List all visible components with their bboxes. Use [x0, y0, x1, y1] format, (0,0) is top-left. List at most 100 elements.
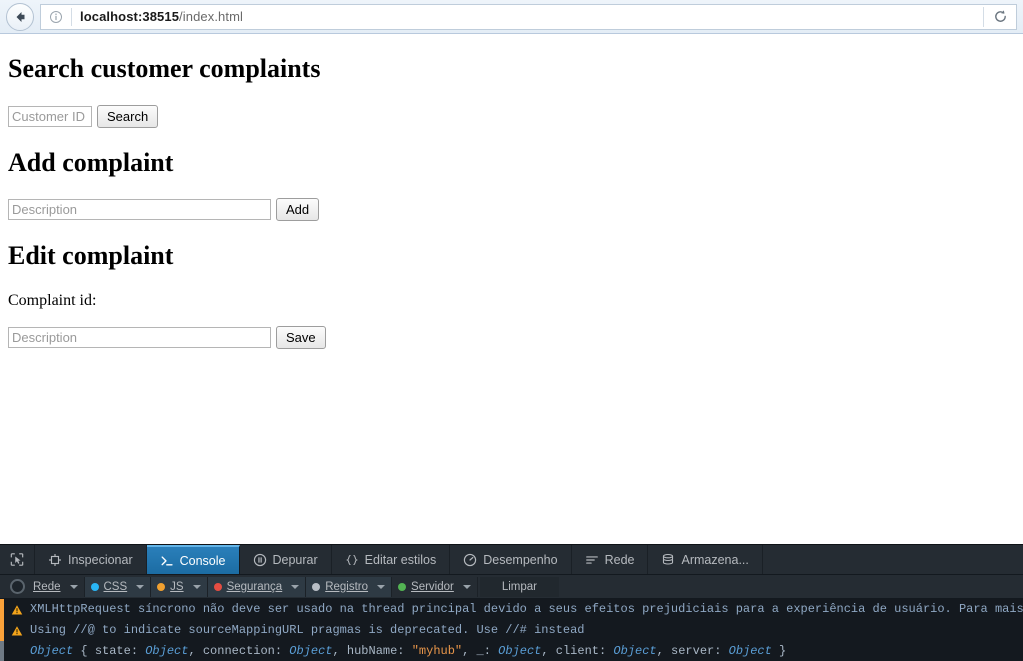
warning-triangle-icon: [4, 620, 30, 641]
filter-servidor[interactable]: Servidor: [392, 576, 478, 597]
server-status-dot: [398, 582, 407, 591]
filter-registro[interactable]: Registro: [306, 576, 393, 597]
devtools-toolbar: Inspecionar Console Depurar Editar estil…: [0, 545, 1023, 575]
object-token: , hubName:: [332, 644, 412, 658]
console-prompt-icon: [160, 554, 174, 568]
tab-label: Desempenho: [483, 552, 558, 567]
console-message-text: XMLHttpRequest síncrono não deve ser usa…: [30, 602, 1023, 616]
tab-armazenamento[interactable]: Armazena...: [648, 545, 763, 574]
tab-label: Inspecionar: [68, 552, 133, 567]
toolbar-filler: [763, 545, 1023, 574]
tab-label: Editar estilos: [364, 552, 437, 567]
console-message-text: Using //@ to indicate sourceMappingURL p…: [30, 623, 585, 637]
object-token: { state:: [73, 644, 146, 658]
chevron-down-icon[interactable]: [69, 584, 78, 589]
filter-label: Servidor: [411, 580, 454, 593]
url-path: /index.html: [179, 9, 244, 24]
search-section-heading: Search customer complaints: [8, 54, 321, 83]
element-picker-icon[interactable]: [0, 545, 35, 574]
security-status-dot: [213, 582, 222, 591]
filter-rede[interactable]: Rede: [4, 576, 85, 597]
console-message-row[interactable]: Using //@ to indicate sourceMappingURL p…: [0, 620, 1023, 641]
tab-label: Depurar: [272, 552, 318, 567]
object-tokens: { state: Object, connection: Object, hub…: [73, 644, 786, 658]
chevron-down-icon[interactable]: [462, 584, 471, 589]
filter-css[interactable]: CSS: [84, 576, 152, 597]
clear-console-button[interactable]: Limpar: [479, 576, 560, 597]
search-button[interactable]: Search: [97, 104, 159, 128]
info-icon[interactable]: [41, 10, 71, 24]
page-content: Search customer complaints Search Add co…: [0, 34, 1023, 544]
chevron-down-icon[interactable]: [136, 584, 145, 589]
object-token: }: [771, 644, 787, 658]
filter-label: CSS: [103, 580, 128, 593]
devtools-panel: Inspecionar Console Depurar Editar estil…: [0, 544, 1023, 661]
object-token[interactable]: Object: [498, 644, 541, 658]
object-prefix: Object: [30, 644, 74, 658]
storage-database-icon: [661, 553, 675, 567]
css-status-dot: [90, 582, 99, 591]
filter-seguranca[interactable]: Segurança: [207, 576, 307, 597]
logging-status-dot: [312, 582, 321, 591]
warning-triangle-icon: [4, 599, 30, 620]
add-description-input[interactable]: [8, 199, 271, 221]
object-token: , _:: [462, 644, 499, 658]
tab-depurar[interactable]: Depurar: [240, 545, 332, 574]
object-token[interactable]: Object: [729, 644, 772, 658]
tab-label: Rede: [604, 552, 635, 567]
tab-console[interactable]: Console: [146, 545, 240, 574]
search-form-row: Search: [8, 104, 1015, 128]
network-toggle-icon: [10, 579, 25, 594]
filter-js[interactable]: JS: [151, 576, 208, 597]
edit-form-row: Save: [8, 325, 1015, 349]
add-section-heading: Add complaint: [8, 147, 174, 177]
customer-id-input[interactable]: [8, 105, 92, 127]
tab-label: Armazena...: [681, 552, 749, 567]
console-object-row[interactable]: Object { state: Object, connection: Obje…: [0, 641, 1023, 661]
console-message-row[interactable]: XMLHttpRequest síncrono não deve ser usa…: [0, 599, 1023, 620]
filter-label: JS: [170, 580, 184, 593]
back-arrow-icon[interactable]: [6, 2, 34, 31]
add-form-row: Add: [8, 198, 1015, 222]
console-filter-bar: Rede CSS JS Segurança Registro Servidor: [0, 575, 1023, 599]
inspector-icon: [48, 553, 62, 567]
url-text: localhost:38515/index.html: [80, 9, 983, 24]
url-bar[interactable]: localhost:38515/index.html: [40, 3, 1017, 30]
tab-inspecionar[interactable]: Inspecionar: [35, 545, 147, 574]
object-token[interactable]: Object: [289, 644, 332, 658]
js-status-dot: [157, 582, 166, 591]
debugger-pause-icon: [253, 553, 267, 567]
complaint-id-label: Complaint id:: [8, 291, 97, 309]
console-object-text: Object { state: Object, connection: Obje…: [30, 641, 1023, 661]
save-button[interactable]: Save: [276, 325, 326, 349]
reload-icon[interactable]: [983, 6, 1016, 27]
performance-gauge-icon: [463, 553, 477, 567]
console-output[interactable]: XMLHttpRequest síncrono não deve ser usa…: [0, 599, 1023, 661]
network-bars-icon: [585, 553, 599, 567]
tab-editar-estilos[interactable]: Editar estilos: [332, 545, 451, 574]
object-token[interactable]: Object: [613, 644, 656, 658]
edit-description-input[interactable]: [8, 326, 271, 348]
edit-section-heading: Edit complaint: [8, 241, 174, 271]
object-token[interactable]: Object: [145, 644, 188, 658]
tab-rede[interactable]: Rede: [572, 545, 649, 574]
filter-label: Registro: [325, 580, 369, 593]
element-picker-glyph: [10, 553, 24, 567]
tab-desempenho[interactable]: Desempenho: [450, 545, 572, 574]
log-gutter: [4, 641, 30, 661]
tab-label: Console: [179, 553, 226, 568]
chevron-down-icon[interactable]: [291, 584, 300, 589]
add-button[interactable]: Add: [276, 198, 320, 222]
url-divider: [71, 7, 72, 26]
chevron-down-icon[interactable]: [377, 584, 386, 589]
filter-label: Segurança: [226, 580, 283, 593]
object-token: , server:: [656, 644, 729, 658]
url-host: localhost:38515: [80, 9, 180, 24]
chevron-down-icon[interactable]: [192, 584, 201, 589]
object-token: , client:: [541, 644, 614, 658]
style-editor-braces-icon: [345, 553, 359, 567]
filter-label: Rede: [33, 580, 61, 593]
object-token: "myhub": [411, 644, 463, 658]
object-token: , connection:: [188, 644, 290, 658]
browser-chrome: localhost:38515/index.html: [0, 0, 1023, 34]
